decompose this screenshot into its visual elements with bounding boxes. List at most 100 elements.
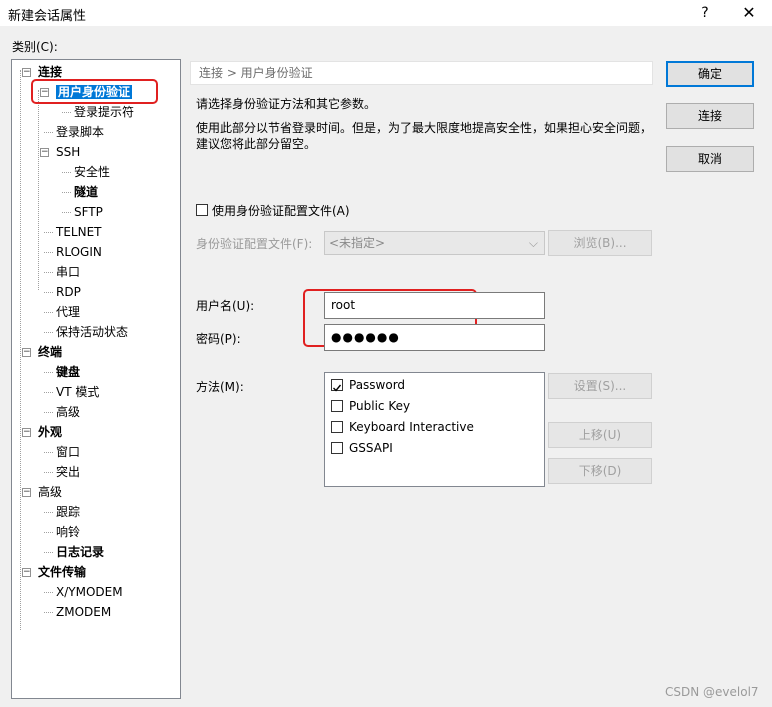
tree-item[interactable]: 高级 <box>38 483 62 501</box>
method-checkbox[interactable] <box>331 379 343 392</box>
tree-item[interactable]: 文件传输 <box>38 563 86 581</box>
tree-item[interactable]: 登录脚本 <box>56 123 104 141</box>
username-label: 用户名(U): <box>196 299 255 313</box>
tree-item-label: 键盘 <box>56 365 81 379</box>
cancel-button[interactable]: 取消 <box>666 146 754 172</box>
tree-item[interactable]: 隧道 <box>74 183 98 201</box>
tree-item[interactable]: 跟踪 <box>56 503 80 521</box>
tree-item-label: 安全性 <box>74 165 111 179</box>
method-item-label: Keyboard Interactive <box>349 420 474 434</box>
tree-item-label: 突出 <box>56 465 81 479</box>
tree-item[interactable]: 安全性 <box>74 163 110 181</box>
title-bar <box>0 0 772 26</box>
tree-item-label: 高级 <box>38 485 63 499</box>
tree-item[interactable]: 外观 <box>38 423 62 441</box>
tree-connector <box>62 172 71 173</box>
tree-connector <box>44 132 53 133</box>
tree-item[interactable]: 突出 <box>56 463 80 481</box>
chevron-down-icon: ⌵ <box>528 236 538 250</box>
tree-item[interactable]: SSH <box>56 143 80 161</box>
tree-item-label: TELNET <box>56 225 102 239</box>
tree-connector <box>44 612 53 613</box>
tree-item[interactable]: ZMODEM <box>56 603 111 621</box>
tree-item[interactable]: 响铃 <box>56 523 80 541</box>
tree-item[interactable]: RLOGIN <box>56 243 102 261</box>
use-profile-label[interactable]: 使用身份验证配置文件(A) <box>212 202 350 219</box>
tree-item-label: RDP <box>56 285 81 299</box>
tree-item[interactable]: 窗口 <box>56 443 80 461</box>
category-tree[interactable]: − 连接 − 用户身份验证 登录提示符 登录脚本 − SSH 安全性 隧道 SFTP TELNET RL… <box>11 59 181 699</box>
move-down-button[interactable]: 下移(D) <box>548 458 652 484</box>
tree-item-label: 保持活动状态 <box>56 325 129 339</box>
tree-item[interactable]: VT 模式 <box>56 383 99 401</box>
description-line-3: 建议您将此部分留空。 <box>196 137 317 151</box>
tree-connector <box>44 592 53 593</box>
tree-connector <box>44 292 53 293</box>
close-icon[interactable]: ✕ <box>736 2 762 24</box>
tree-item[interactable]: 用户身份验证 <box>56 83 133 101</box>
tree-item-label: 隧道 <box>74 185 99 199</box>
connect-button[interactable]: 连接 <box>666 103 754 129</box>
tree-item-label: SFTP <box>74 205 103 219</box>
tree-item[interactable]: 高级 <box>56 403 80 421</box>
tree-item-label: 登录提示符 <box>74 105 135 119</box>
username-input[interactable]: root <box>324 292 545 319</box>
tree-item[interactable]: SFTP <box>74 203 103 221</box>
watermark: CSDN @evelol7 <box>665 685 759 699</box>
tree-item[interactable]: 登录提示符 <box>74 103 134 121</box>
tree-item[interactable]: TELNET <box>56 223 102 241</box>
settings-button[interactable]: 设置(S)... <box>548 373 652 399</box>
tree-toggle-icon[interactable]: − <box>22 568 31 577</box>
tree-connector <box>44 312 53 313</box>
tree-item-label: 窗口 <box>56 445 81 459</box>
method-label: 方法(M): <box>196 380 244 394</box>
tree-connector <box>44 552 53 553</box>
method-item-label: Public Key <box>349 399 411 413</box>
tree-connector <box>44 272 53 273</box>
tree-item-label: 外观 <box>38 425 63 439</box>
tree-toggle-icon[interactable]: − <box>40 88 49 97</box>
tree-toggle-icon[interactable]: − <box>22 488 31 497</box>
password-input[interactable]: ●●●●●● <box>324 324 545 351</box>
tree-toggle-icon[interactable]: − <box>22 348 31 357</box>
tree-item-label: 文件传输 <box>38 565 87 579</box>
tree-item-label: X/YMODEM <box>56 585 123 599</box>
profile-select[interactable]: <未指定> ⌵ <box>324 231 545 255</box>
method-checkbox[interactable] <box>331 421 343 433</box>
profile-label: 身份验证配置文件(F): <box>196 237 313 251</box>
tree-item-label: 日志记录 <box>56 545 105 559</box>
use-profile-checkbox[interactable] <box>196 204 208 216</box>
tree-item[interactable]: 代理 <box>56 303 80 321</box>
tree-connector <box>44 252 53 253</box>
help-icon[interactable]: ? <box>693 2 717 24</box>
tree-item[interactable]: 日志记录 <box>56 543 104 561</box>
tree-connector <box>62 212 71 213</box>
method-item-label: Password <box>349 378 406 392</box>
tree-item[interactable]: 连接 <box>38 63 62 81</box>
window-title: 新建会话属性 <box>8 9 87 24</box>
tree-item-label: 连接 <box>38 65 63 79</box>
method-checkbox[interactable] <box>331 400 343 412</box>
tree-connector <box>44 232 53 233</box>
tree-connector <box>44 392 53 393</box>
tree-toggle-icon[interactable]: − <box>40 148 49 157</box>
ok-button[interactable]: 确定 <box>666 61 754 87</box>
tree-connector <box>20 70 21 630</box>
tree-item-label: 终端 <box>38 345 63 359</box>
tree-item[interactable]: 保持活动状态 <box>56 323 128 341</box>
tree-toggle-icon[interactable]: − <box>22 68 31 77</box>
tree-item[interactable]: X/YMODEM <box>56 583 123 601</box>
tree-item[interactable]: RDP <box>56 283 81 301</box>
tree-item-label: RLOGIN <box>56 245 102 259</box>
browse-button[interactable]: 浏览(B)... <box>548 230 652 256</box>
tree-item-label: 跟踪 <box>56 505 81 519</box>
method-checkbox[interactable] <box>331 442 343 454</box>
tree-connector <box>38 90 39 290</box>
move-up-button[interactable]: 上移(U) <box>548 422 652 448</box>
method-list[interactable]: Password Public Key Keyboard Interactive GS… <box>324 372 545 487</box>
tree-item[interactable]: 串口 <box>56 263 80 281</box>
tree-item[interactable]: 终端 <box>38 343 62 361</box>
tree-connector <box>44 512 53 513</box>
tree-item[interactable]: 键盘 <box>56 363 80 381</box>
tree-toggle-icon[interactable]: − <box>22 428 31 437</box>
